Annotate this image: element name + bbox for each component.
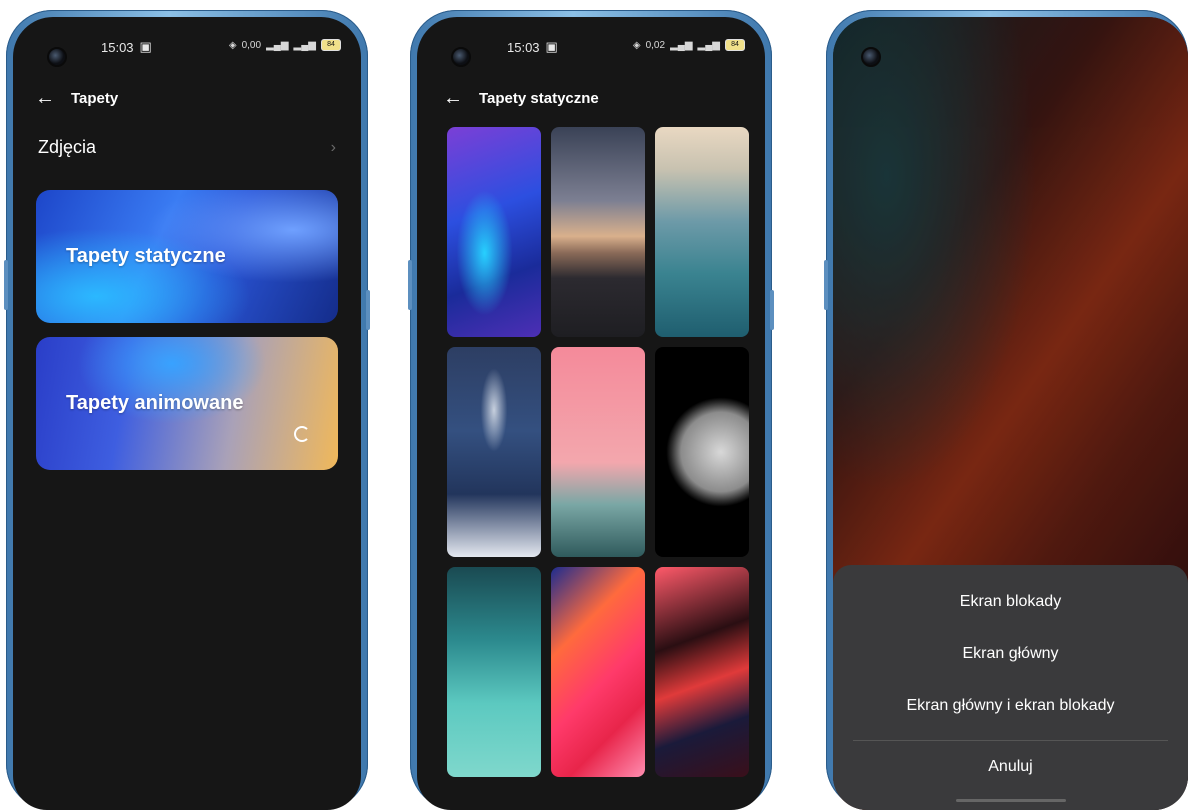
- option-lock-screen[interactable]: Ekran blokady: [833, 593, 1188, 611]
- divider: [853, 740, 1168, 741]
- signal-icon: ▂▄▆: [293, 39, 316, 51]
- battery-icon: 84: [725, 39, 745, 51]
- phone-frame-right: Ekran blokady Ekran główny Ekran główny …: [824, 10, 1188, 810]
- app-bar: ← Tapety: [35, 87, 118, 110]
- option-home-screen[interactable]: Ekran główny: [833, 645, 1188, 663]
- static-wallpapers-label: Tapety statyczne: [66, 245, 226, 267]
- page-title: Tapety: [71, 90, 119, 107]
- photos-label: Zdjęcia: [38, 137, 97, 157]
- chevron-right-icon: ›: [330, 138, 336, 156]
- volume-button: [824, 260, 828, 310]
- volume-button: [408, 260, 412, 310]
- cancel-button[interactable]: Anuluj: [833, 758, 1188, 776]
- wallpaper-thumbnail[interactable]: [551, 567, 645, 777]
- camera-icon: [47, 47, 67, 67]
- signal-icon: ▂▄▆: [697, 39, 720, 51]
- option-home-and-lock-screen[interactable]: Ekran główny i ekran blokady: [833, 697, 1188, 715]
- wallpaper-thumbnail[interactable]: [655, 347, 749, 557]
- signal-icon: ▂▄▆: [266, 39, 289, 51]
- status-bar-left: 15:03 ▣: [101, 39, 152, 55]
- wallpaper-thumbnail[interactable]: [447, 127, 541, 337]
- camera-icon: [451, 47, 471, 67]
- app-bar: ← Tapety statyczne: [443, 87, 599, 110]
- power-button: [366, 290, 370, 330]
- signal-icon: ▂▄▆: [670, 39, 693, 51]
- camera-icon: [861, 47, 881, 67]
- wallpaper-thumbnail[interactable]: [655, 567, 749, 777]
- screen-wallpaper-preview: Ekran blokady Ekran główny Ekran główny …: [833, 17, 1188, 810]
- volume-button: [4, 260, 8, 310]
- page-title: Tapety statyczne: [479, 90, 599, 107]
- screen-wallpapers: 15:03 ▣ ◈ 0,00 ▂▄▆ ▂▄▆ 84 ← Tapety Zdjęc…: [13, 17, 361, 810]
- hotspot-icon: ◈: [632, 39, 641, 51]
- back-arrow-icon[interactable]: ←: [443, 87, 463, 110]
- loading-spinner-icon: [294, 426, 310, 442]
- net-rate: 0,02: [645, 39, 666, 51]
- back-arrow-icon[interactable]: ←: [35, 87, 55, 110]
- animated-wallpapers-card[interactable]: Tapety animowane: [36, 337, 338, 470]
- apply-options-sheet: Ekran blokady Ekran główny Ekran główny …: [833, 565, 1188, 810]
- wallpaper-thumbnail[interactable]: [447, 347, 541, 557]
- status-bar-right: ◈ 0,02 ▂▄▆ ▂▄▆ 84: [633, 39, 745, 51]
- net-rate: 0,00: [241, 39, 262, 51]
- home-indicator: [955, 799, 1066, 802]
- wallpaper-thumbnail[interactable]: [447, 567, 541, 777]
- phone-frame-left: 15:03 ▣ ◈ 0,00 ▂▄▆ ▂▄▆ 84 ← Tapety Zdjęc…: [4, 10, 370, 810]
- notification-icon: ▣: [545, 39, 558, 54]
- battery-icon: 84: [321, 39, 341, 51]
- phone-frame-middle: 15:03 ▣ ◈ 0,02 ▂▄▆ ▂▄▆ 84 ← Tapety staty…: [408, 10, 774, 810]
- status-bar-right: ◈ 0,00 ▂▄▆ ▂▄▆ 84: [229, 39, 341, 51]
- wallpaper-thumbnail[interactable]: [551, 347, 645, 557]
- status-time: 15:03: [507, 39, 540, 55]
- wallpaper-thumbnail[interactable]: [551, 127, 645, 337]
- wallpaper-grid: [447, 127, 751, 777]
- screen-static-wallpapers: 15:03 ▣ ◈ 0,02 ▂▄▆ ▂▄▆ 84 ← Tapety staty…: [417, 17, 765, 810]
- animated-wallpapers-label: Tapety animowane: [66, 392, 244, 414]
- status-bar-left: 15:03 ▣: [507, 39, 558, 55]
- hotspot-icon: ◈: [228, 39, 237, 51]
- notification-icon: ▣: [139, 39, 152, 54]
- static-wallpapers-card[interactable]: Tapety statyczne: [36, 190, 338, 323]
- power-button: [770, 290, 774, 330]
- wallpaper-thumbnail[interactable]: [655, 127, 749, 337]
- status-time: 15:03: [101, 39, 134, 55]
- photos-row[interactable]: Zdjęcia ›: [38, 137, 336, 158]
